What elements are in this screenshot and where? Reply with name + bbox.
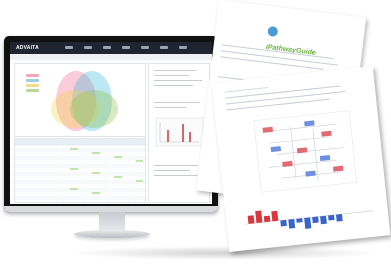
product-composite-image: ADVAITA iPathwayGuide <box>0 0 391 264</box>
text-line <box>154 75 189 76</box>
nav-menu <box>65 46 187 49</box>
table-grid <box>15 139 145 202</box>
venn-set <box>70 90 118 128</box>
nav-item <box>141 46 149 49</box>
app-logo: ADVAITA <box>16 45 39 51</box>
text-line <box>154 175 202 176</box>
nav-item <box>179 46 187 49</box>
nav-item <box>65 46 73 49</box>
nav-item <box>160 46 168 49</box>
report-page-2 <box>211 65 391 253</box>
ipathwayguide-logo: iPathwayGuide <box>265 24 319 57</box>
app-header-bar: ADVAITA <box>10 42 212 54</box>
nav-item <box>122 46 130 49</box>
text-line <box>154 85 193 86</box>
nav-item <box>103 46 111 49</box>
text-line <box>154 80 202 81</box>
text-line <box>154 170 190 171</box>
text-line <box>154 102 200 103</box>
nav-item <box>84 46 92 49</box>
logo-circle-icon <box>267 26 279 38</box>
text-line <box>224 87 269 93</box>
text-line <box>154 70 196 71</box>
text-line <box>154 107 186 108</box>
breadcrumb-bar <box>10 54 212 60</box>
monitor-stand-neck <box>99 212 125 232</box>
venn-panel <box>14 63 146 137</box>
desktop-monitor: ADVAITA <box>4 36 218 212</box>
floor-shadow <box>70 246 380 260</box>
results-table <box>14 138 146 203</box>
text-line <box>154 165 198 166</box>
monitor-stand-base <box>74 230 150 238</box>
monitor-screen: ADVAITA <box>10 42 212 204</box>
venn-diagram <box>51 71 118 131</box>
